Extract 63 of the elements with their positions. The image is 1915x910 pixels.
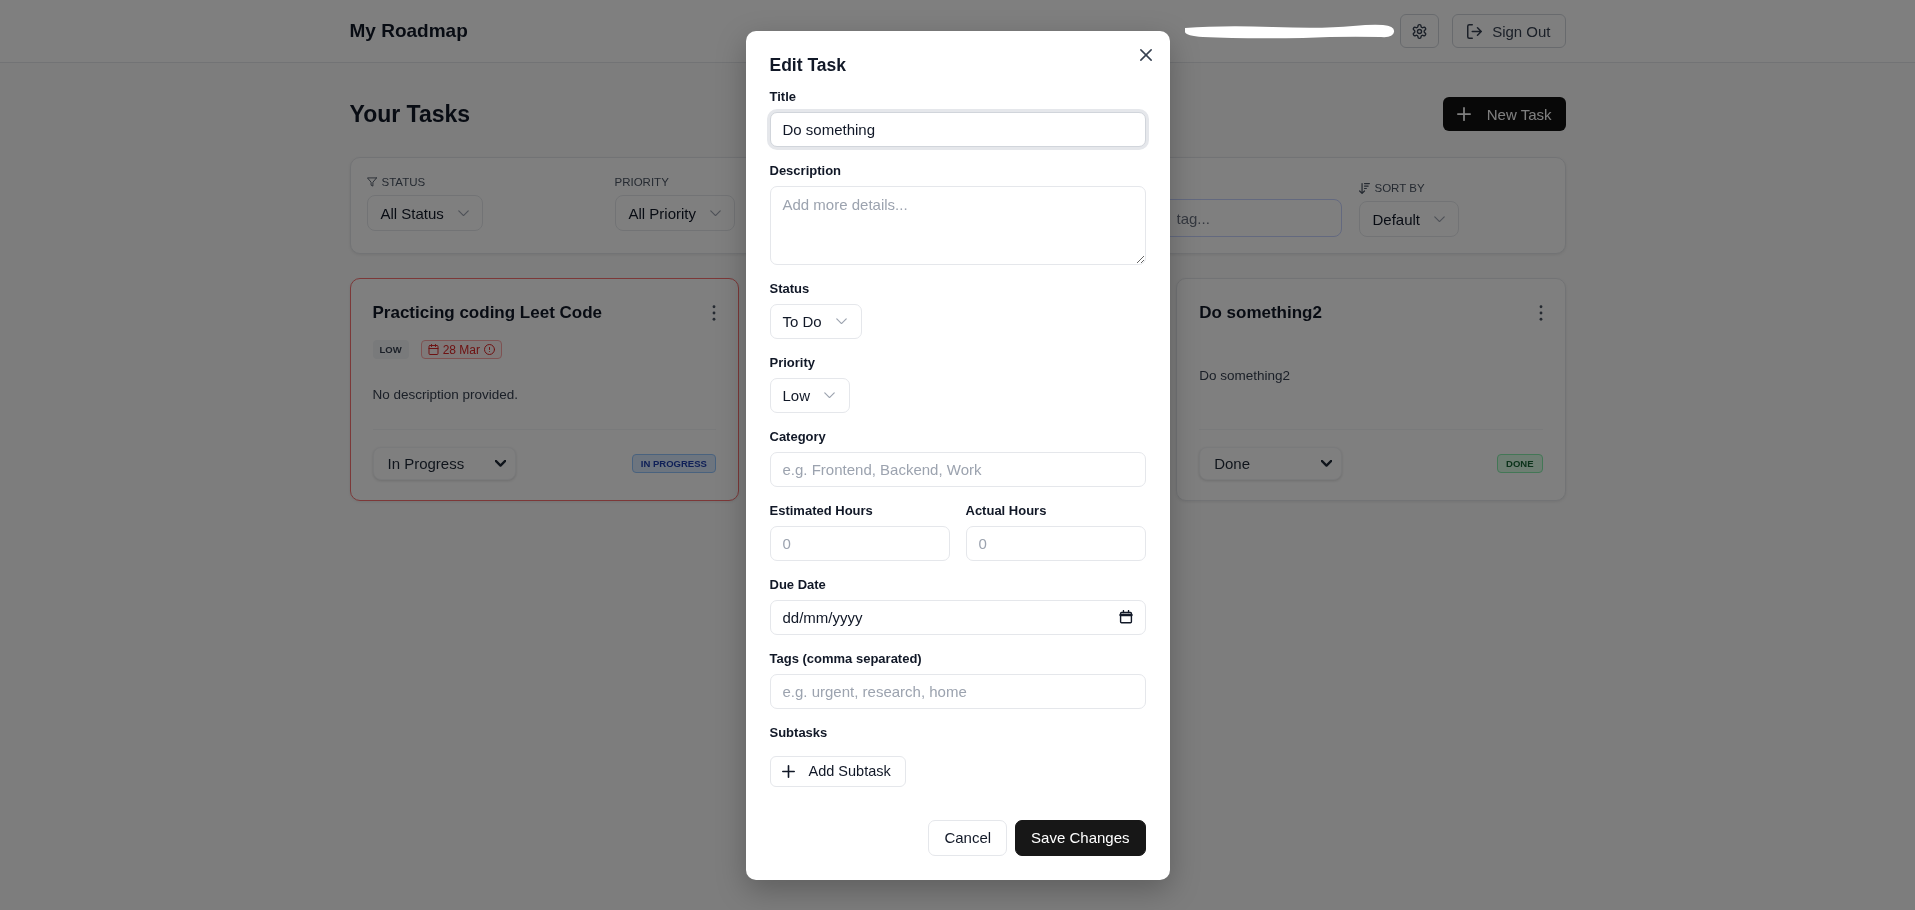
field-label: Status <box>769 279 811 298</box>
sort-dropdown[interactable]: Default <box>1358 201 1460 237</box>
text-area[interactable]: Add more details... <box>769 185 1146 265</box>
settings-icon <box>1412 23 1428 39</box>
field-label: Tags (comma separated) <box>769 649 923 668</box>
input-field[interactable]: e.g. Frontend, Backend, Work <box>769 451 1146 487</box>
chevron-down-icon <box>835 317 847 325</box>
field-label: Priority <box>769 353 816 372</box>
field-label: Category <box>769 427 827 446</box>
save-button[interactable]: Save Changes <box>1015 819 1146 856</box>
chevron-down-icon <box>457 209 469 217</box>
filter-label: STATUS <box>381 176 426 188</box>
more-options-icon[interactable] <box>1538 305 1543 321</box>
chevron-down-icon <box>494 460 506 467</box>
due-date-text: 28 Mar <box>442 342 481 357</box>
close-icon[interactable] <box>1139 48 1152 61</box>
add-subtask-button[interactable]: Add Subtask <box>769 755 906 787</box>
dropdown-select[interactable]: To Do <box>769 303 862 339</box>
page-heading: Your Tasks <box>349 100 471 128</box>
field-label: Subtasks <box>769 723 829 742</box>
task-title: Practicing coding Leet Code <box>372 303 603 323</box>
filter-icon <box>366 177 377 187</box>
task-description: Do something2 <box>1199 367 1291 385</box>
dropdown-select[interactable]: Low <box>769 377 851 413</box>
input-field[interactable]: 0 <box>769 525 950 561</box>
field-label: Description <box>769 161 842 180</box>
status-tag: IN PROGRESS <box>631 454 716 473</box>
filter-label: SORT BY <box>1374 182 1425 194</box>
status-dropdown[interactable]: Done <box>1199 447 1343 480</box>
input-field[interactable]: 0 <box>965 525 1146 561</box>
input-field[interactable]: Do something <box>769 111 1146 147</box>
field-label: Due Date <box>769 575 827 594</box>
cancel-button[interactable]: Cancel <box>928 819 1008 856</box>
plus-icon <box>1456 107 1471 121</box>
alert-icon <box>484 344 496 355</box>
filter-label: PRIORITY <box>614 176 669 188</box>
calendar-icon <box>427 344 439 355</box>
status-tag: DONE <box>1497 454 1543 473</box>
dialog-title: Edit Task <box>769 54 846 75</box>
field-label: Title <box>769 87 797 106</box>
chevron-down-icon <box>1321 460 1333 467</box>
calendar-icon[interactable] <box>1118 610 1133 624</box>
chevron-down-icon <box>710 209 721 217</box>
app-title: My Roadmap <box>349 20 469 42</box>
log-out-icon <box>1467 23 1483 39</box>
priority-tag: LOW <box>372 340 409 359</box>
task-description: No description provided. <box>372 386 520 404</box>
filter-dropdown[interactable]: All Priority <box>614 195 735 231</box>
settings-button[interactable] <box>1400 14 1440 48</box>
new-task-button[interactable]: New Task <box>1442 97 1566 131</box>
date-field[interactable]: dd/mm/yyyy <box>769 599 1146 635</box>
plus-icon <box>781 764 795 778</box>
field-label: Actual Hours <box>965 501 1048 520</box>
input-field[interactable]: e.g. urgent, research, home <box>769 673 1146 709</box>
filter-dropdown[interactable]: All Status <box>366 195 483 231</box>
sign-out-button[interactable]: Sign Out <box>1452 14 1566 48</box>
sort-icon <box>1358 182 1370 194</box>
status-dropdown[interactable]: In Progress <box>372 447 516 480</box>
chevron-down-icon <box>1434 215 1446 223</box>
more-options-icon[interactable] <box>711 305 716 321</box>
task-title: Do something2 <box>1199 303 1322 323</box>
chevron-down-icon <box>824 391 836 399</box>
field-label: Estimated Hours <box>769 501 874 520</box>
